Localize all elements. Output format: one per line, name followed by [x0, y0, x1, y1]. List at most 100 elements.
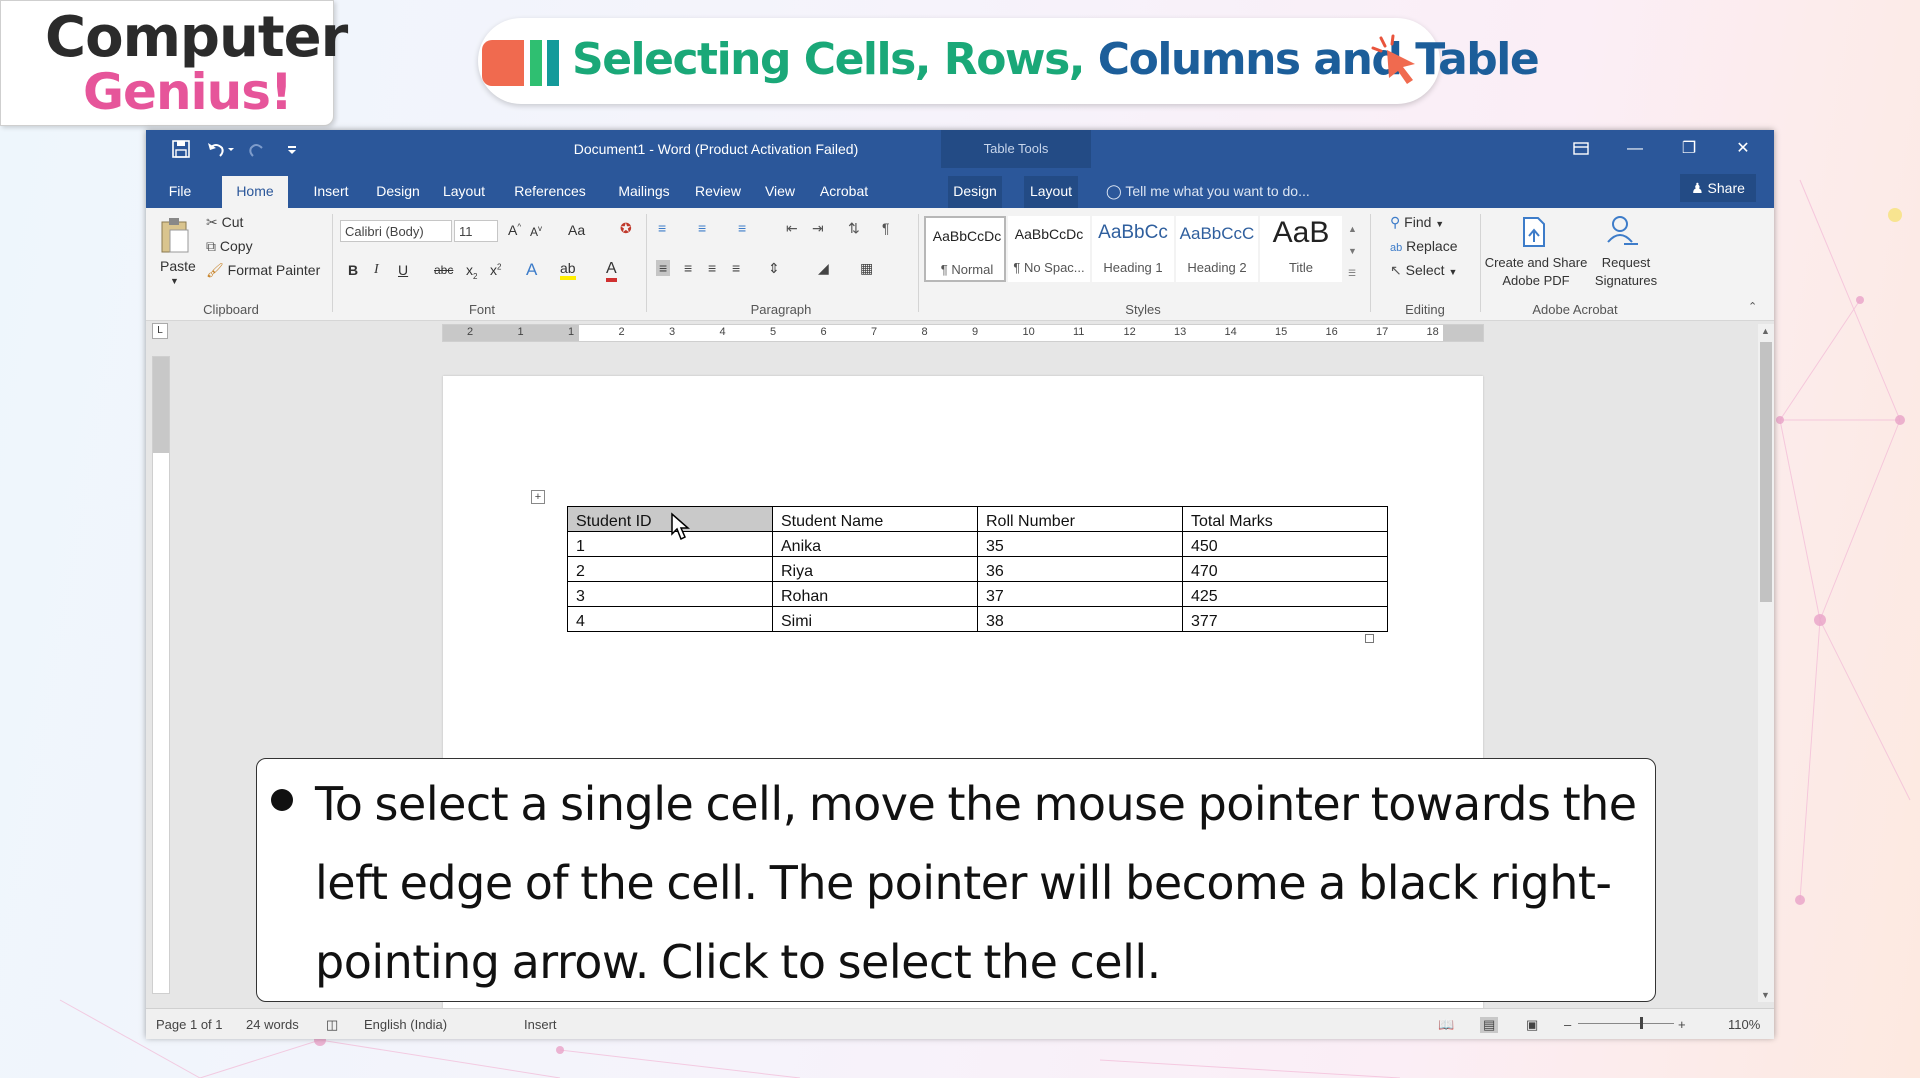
proofing-icon[interactable]: ◫	[326, 1017, 338, 1033]
tell-me-search[interactable]: ◯ Tell me what you want to do...	[1106, 176, 1310, 206]
show-formatting-icon[interactable]: ¶	[882, 220, 890, 236]
style-title[interactable]: AaB Title	[1260, 216, 1342, 282]
subscript-button[interactable]: x2	[466, 262, 477, 281]
style-heading-1[interactable]: AaBbCc Heading 1	[1092, 216, 1174, 282]
redo-icon[interactable]	[248, 140, 266, 158]
style-normal[interactable]: AaBbCcDc ¶ Normal	[924, 216, 1006, 282]
underline-button[interactable]: U	[398, 262, 408, 278]
vertical-scrollbar[interactable]: ▲ ▼	[1758, 324, 1774, 1002]
bullets-icon[interactable]: ≡	[658, 220, 666, 236]
table-cell[interactable]: 470	[1182, 556, 1388, 582]
italic-button[interactable]: I	[374, 262, 379, 278]
insert-mode-indicator[interactable]: Insert	[524, 1017, 557, 1032]
numbering-icon[interactable]: ≡	[698, 220, 706, 236]
tab-view[interactable]: View	[758, 176, 802, 208]
paste-dropdown-icon[interactable]: ▼	[170, 276, 179, 286]
table-cell[interactable]: 3	[567, 581, 773, 607]
tab-table-layout[interactable]: Layout	[1024, 176, 1078, 208]
ribbon-display-options-icon[interactable]	[1572, 140, 1590, 158]
strikethrough-button[interactable]: abc	[434, 263, 453, 277]
table-cell[interactable]: 35	[977, 531, 1183, 557]
vertical-ruler[interactable]	[152, 356, 170, 994]
style-heading-2[interactable]: AaBbCcC Heading 2	[1176, 216, 1258, 282]
tab-review[interactable]: Review	[690, 176, 746, 208]
tab-mailings[interactable]: Mailings	[612, 176, 676, 208]
shrink-font-icon[interactable]: Av	[530, 224, 542, 239]
line-spacing-icon[interactable]: ⇕	[768, 260, 780, 277]
tab-acrobat[interactable]: Acrobat	[814, 176, 874, 208]
table-cell[interactable]: Rohan	[772, 581, 978, 607]
table-cell[interactable]: Simi	[772, 606, 978, 632]
web-layout-icon[interactable]: ▣	[1526, 1017, 1538, 1033]
horizontal-ruler[interactable]: 2 1 1 2 3 4 5 6 7 8 9 10 11 12 13 14 15 16 17 18	[442, 324, 1484, 342]
print-layout-icon[interactable]: ▤	[1480, 1017, 1499, 1033]
text-effects-icon[interactable]: A	[526, 260, 537, 280]
scrollbar-thumb[interactable]	[1760, 342, 1772, 602]
share-button[interactable]: ♟ Share	[1680, 174, 1756, 202]
copy-button[interactable]: ⧉ Copy	[206, 238, 253, 255]
tab-references[interactable]: References	[506, 176, 594, 208]
table-cell[interactable]: 36	[977, 556, 1183, 582]
tab-layout[interactable]: Layout	[438, 176, 490, 208]
paste-button[interactable]: Paste	[160, 258, 196, 274]
shading-icon[interactable]: ◢	[818, 260, 829, 277]
page-count[interactable]: Page 1 of 1	[156, 1017, 223, 1032]
format-painter-button[interactable]: 🖌 Format Painter	[206, 262, 320, 279]
font-name-select[interactable]: Calibri (Body)	[340, 220, 452, 242]
styles-scroll-icon[interactable]: ▲ ▼ ☰	[1348, 218, 1357, 284]
align-left-icon[interactable]: ≡	[656, 260, 671, 276]
find-button[interactable]: ⚲ Find ▼	[1390, 214, 1444, 231]
create-share-pdf-button[interactable]: Create and Share Adobe PDF	[1482, 254, 1590, 290]
table-cell[interactable]: 38	[977, 606, 1183, 632]
table-move-handle-icon[interactable]: +	[531, 490, 545, 504]
table-row[interactable]: 3 Rohan 37 425	[567, 581, 1388, 607]
zoom-slider-thumb[interactable]	[1640, 1017, 1643, 1029]
font-color-icon[interactable]: A	[606, 260, 617, 282]
tab-table-design[interactable]: Design	[948, 176, 1002, 208]
tab-home[interactable]: Home	[222, 176, 288, 208]
cell-roll-number-header[interactable]: Roll Number	[977, 506, 1183, 532]
zoom-out-icon[interactable]: –	[1564, 1017, 1571, 1032]
highlight-icon[interactable]: ab	[560, 260, 576, 280]
request-signatures-button[interactable]: Request Signatures	[1586, 254, 1666, 290]
align-right-icon[interactable]: ≡	[708, 260, 716, 276]
decrease-indent-icon[interactable]: ⇤	[786, 220, 798, 237]
clear-formatting-icon[interactable]: ✪	[620, 220, 632, 237]
tab-file[interactable]: File	[160, 176, 200, 208]
tab-design[interactable]: Design	[372, 176, 424, 208]
read-mode-icon[interactable]: 📖	[1438, 1017, 1454, 1033]
tab-selector-icon[interactable]: L	[152, 323, 168, 339]
table-cell[interactable]: 4	[567, 606, 773, 632]
superscript-button[interactable]: x2	[490, 262, 501, 278]
justify-icon[interactable]: ≡	[732, 260, 740, 276]
table-cell[interactable]: 2	[567, 556, 773, 582]
bold-button[interactable]: B	[348, 262, 358, 278]
table-cell[interactable]: Anika	[772, 531, 978, 557]
close-icon[interactable]: ✕	[1720, 130, 1766, 168]
change-case-button[interactable]: Aa	[568, 222, 585, 238]
zoom-level[interactable]: 110%	[1728, 1017, 1760, 1032]
table-row[interactable]: 2 Riya 36 470	[567, 556, 1388, 582]
collapse-ribbon-icon[interactable]: ⌃	[1748, 300, 1757, 313]
table-cell[interactable]: 377	[1182, 606, 1388, 632]
word-count[interactable]: 24 words	[246, 1017, 299, 1032]
cell-student-name-header[interactable]: Student Name	[772, 506, 978, 532]
align-center-icon[interactable]: ≡	[684, 260, 692, 276]
replace-button[interactable]: ab Replace	[1390, 238, 1458, 254]
table-cell[interactable]: 37	[977, 581, 1183, 607]
table-resize-handle-icon[interactable]	[1365, 634, 1374, 643]
table-row[interactable]: 4 Simi 38 377	[567, 606, 1388, 632]
multilevel-list-icon[interactable]: ≡	[738, 220, 746, 236]
borders-icon[interactable]: ▦	[860, 260, 873, 277]
save-icon[interactable]	[172, 140, 190, 158]
zoom-slider[interactable]	[1578, 1023, 1674, 1024]
cut-button[interactable]: ✂ Cut	[206, 214, 243, 231]
tab-insert[interactable]: Insert	[306, 176, 356, 208]
table-cell[interactable]: 450	[1182, 531, 1388, 557]
increase-indent-icon[interactable]: ⇥	[812, 220, 824, 237]
scroll-up-arrow-icon[interactable]: ▲	[1761, 326, 1770, 336]
zoom-in-icon[interactable]: +	[1678, 1017, 1686, 1032]
undo-icon[interactable]	[206, 140, 236, 158]
customize-toolbar-icon[interactable]	[286, 140, 298, 158]
paste-icon[interactable]	[160, 216, 190, 254]
